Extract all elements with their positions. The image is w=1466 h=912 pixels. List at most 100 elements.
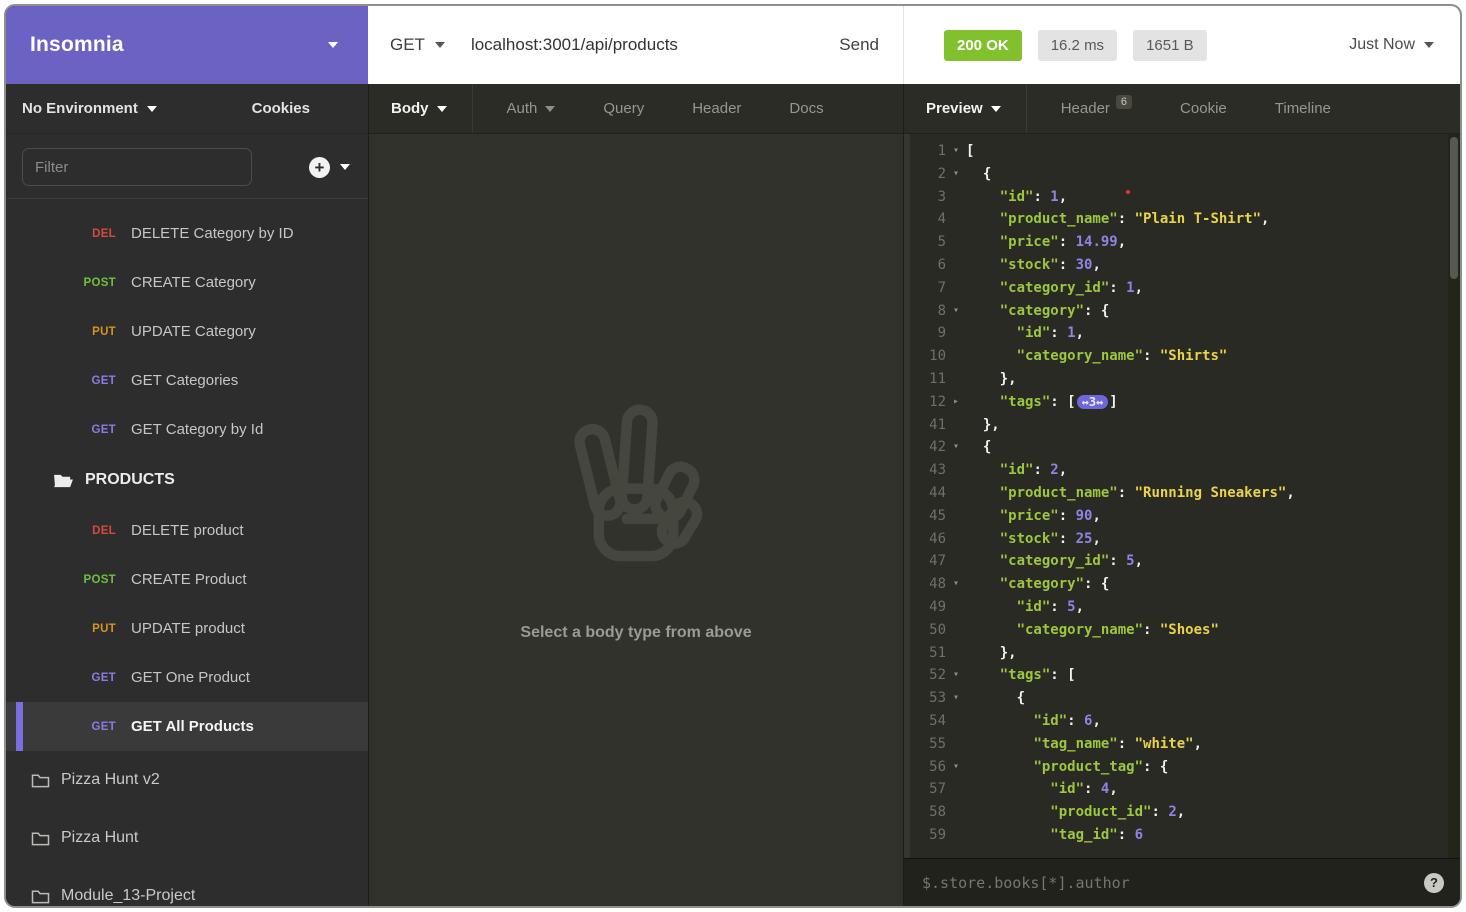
chevron-down-icon xyxy=(990,105,1001,112)
code-line: 12 ▸ "tags": [↔3↔] xyxy=(910,391,1460,414)
fold-toggle-icon[interactable]: ▾ xyxy=(946,687,966,710)
fold-pill[interactable]: ↔3↔ xyxy=(1076,394,1109,409)
request-label: CREATE Category xyxy=(131,274,256,291)
method-badge: GET xyxy=(91,423,116,436)
method-dropdown[interactable]: GET xyxy=(390,35,445,55)
line-number: 57 xyxy=(929,781,946,798)
code-text: [ xyxy=(966,143,975,159)
line-number: 12 xyxy=(929,393,946,410)
fold-toggle-icon[interactable]: ▸ xyxy=(946,391,966,414)
code-text: "stock": 30, xyxy=(999,256,1101,273)
tab-label: Cookie xyxy=(1180,100,1227,117)
folder-label: Pizza Hunt xyxy=(61,829,139,846)
add-request-button[interactable]: + xyxy=(309,156,330,178)
environment-row: No Environment Cookies xyxy=(6,84,368,134)
json-path-input[interactable] xyxy=(922,873,1414,892)
line-number: 45 xyxy=(929,507,946,524)
method-badge: DEL xyxy=(92,227,116,240)
response-size-badge: 1651 B xyxy=(1133,29,1207,61)
code-text: "category_name": "Shoes" xyxy=(1016,621,1219,638)
request-item[interactable]: DEL DELETE product xyxy=(6,506,368,555)
request-tab-header[interactable]: Header xyxy=(668,84,765,133)
folder-item[interactable]: Pizza Hunt xyxy=(6,809,368,867)
request-label: GET Categories xyxy=(131,372,239,389)
json-preview[interactable]: 1 ▾[2 ▾ {3 "id": 1, 4 "product_name": "Plai… xyxy=(904,134,1460,858)
line-number: 48 xyxy=(929,576,946,593)
tab-label: Header xyxy=(692,100,742,117)
folder-item[interactable]: Pizza Hunt v2 xyxy=(6,751,368,809)
code-line: 4 "product_name": "Plain T-Shirt", xyxy=(910,208,1460,231)
fold-toggle-icon[interactable]: ▾ xyxy=(946,573,966,596)
response-tab-header[interactable]: Header 6 xyxy=(1037,84,1156,133)
help-icon[interactable]: ? xyxy=(1424,872,1444,893)
tab-label: Query xyxy=(603,100,645,117)
response-tab-preview[interactable]: Preview xyxy=(904,84,1027,133)
request-tab-body[interactable]: Body xyxy=(369,84,473,133)
request-label: DELETE product xyxy=(131,522,244,539)
send-button[interactable]: Send xyxy=(839,35,879,55)
response-time-badge: 16.2 ms xyxy=(1037,29,1118,61)
response-tab-timeline[interactable]: Timeline xyxy=(1251,84,1355,133)
code-text: "product_name": "Running Sneakers", xyxy=(999,484,1295,501)
history-label: Just Now xyxy=(1349,36,1415,53)
line-number: 5 xyxy=(937,234,946,251)
folder-item-open[interactable]: PRODUCTS xyxy=(6,454,368,506)
response-filter-bar: ? xyxy=(904,858,1460,906)
code-line: 7 "category_id": 1, xyxy=(910,277,1460,300)
filter-input[interactable] xyxy=(22,148,252,186)
tab-label: Timeline xyxy=(1274,100,1331,117)
folder-item[interactable]: Module_13-Project xyxy=(6,867,368,906)
line-number: 2 xyxy=(937,165,946,182)
request-item[interactable]: GET GET Category by Id xyxy=(6,405,368,454)
request-tab-query[interactable]: Query xyxy=(579,84,668,133)
chevron-down-icon[interactable] xyxy=(340,164,350,170)
fold-toggle-icon[interactable]: ▾ xyxy=(946,140,966,163)
code-line: 53 ▾ { xyxy=(910,687,1460,710)
request-item[interactable]: POST CREATE Product xyxy=(6,555,368,604)
url-input[interactable] xyxy=(470,35,840,55)
code-text: "id": 6, xyxy=(1033,712,1101,729)
code-text: "product_id": 2, xyxy=(1050,804,1186,821)
request-item[interactable]: PUT UPDATE product xyxy=(6,604,368,653)
request-item[interactable]: GET GET All Products xyxy=(6,702,368,751)
code-line: 5 "price": 14.99, xyxy=(910,231,1460,254)
method-badge: DEL xyxy=(92,524,116,537)
line-number: 1 xyxy=(937,143,946,159)
code-text: "price": 14.99, xyxy=(999,234,1127,251)
chevron-down-icon xyxy=(436,105,447,112)
fold-toggle-icon[interactable]: ▾ xyxy=(946,300,966,323)
code-text: { xyxy=(1016,690,1026,707)
response-history-dropdown[interactable]: Just Now xyxy=(1349,36,1434,54)
request-item[interactable]: PUT UPDATE Category xyxy=(6,307,368,356)
code-line: 8 ▾ "category": { xyxy=(910,300,1460,323)
request-item[interactable]: DEL DELETE Category by ID xyxy=(6,209,368,258)
cookies-button[interactable]: Cookies xyxy=(252,100,310,117)
request-url-bar: GET Send xyxy=(368,6,903,84)
line-number: 11 xyxy=(929,370,946,387)
request-tab-docs[interactable]: Docs xyxy=(765,84,847,133)
request-label: DELETE Category by ID xyxy=(131,225,294,242)
code-line: 55 "tag_name": "white", xyxy=(910,733,1460,756)
response-tab-cookie[interactable]: Cookie xyxy=(1156,84,1251,133)
code-line: 51 }, xyxy=(910,642,1460,665)
app-header[interactable]: Insomnia xyxy=(6,6,368,84)
red-dot xyxy=(1126,190,1130,194)
request-item[interactable]: GET GET One Product xyxy=(6,653,368,702)
peace-hand-icon xyxy=(574,404,703,562)
fold-toggle-icon[interactable]: ▾ xyxy=(946,163,966,186)
request-item[interactable]: GET GET Categories xyxy=(6,356,368,405)
code-line: 48 ▾ "category": { xyxy=(910,573,1460,596)
request-item[interactable]: POST CREATE Category xyxy=(6,258,368,307)
code-line: 44 "product_name": "Running Sneakers", xyxy=(910,482,1460,505)
request-tab-auth[interactable]: Auth xyxy=(483,84,580,133)
scrollbar-thumb[interactable] xyxy=(1450,137,1458,279)
fold-toggle-icon[interactable]: ▾ xyxy=(946,664,966,687)
fold-toggle-icon[interactable]: ▾ xyxy=(946,436,966,459)
fold-toggle-icon[interactable]: ▾ xyxy=(946,756,966,779)
environment-dropdown[interactable]: No Environment xyxy=(22,100,157,117)
